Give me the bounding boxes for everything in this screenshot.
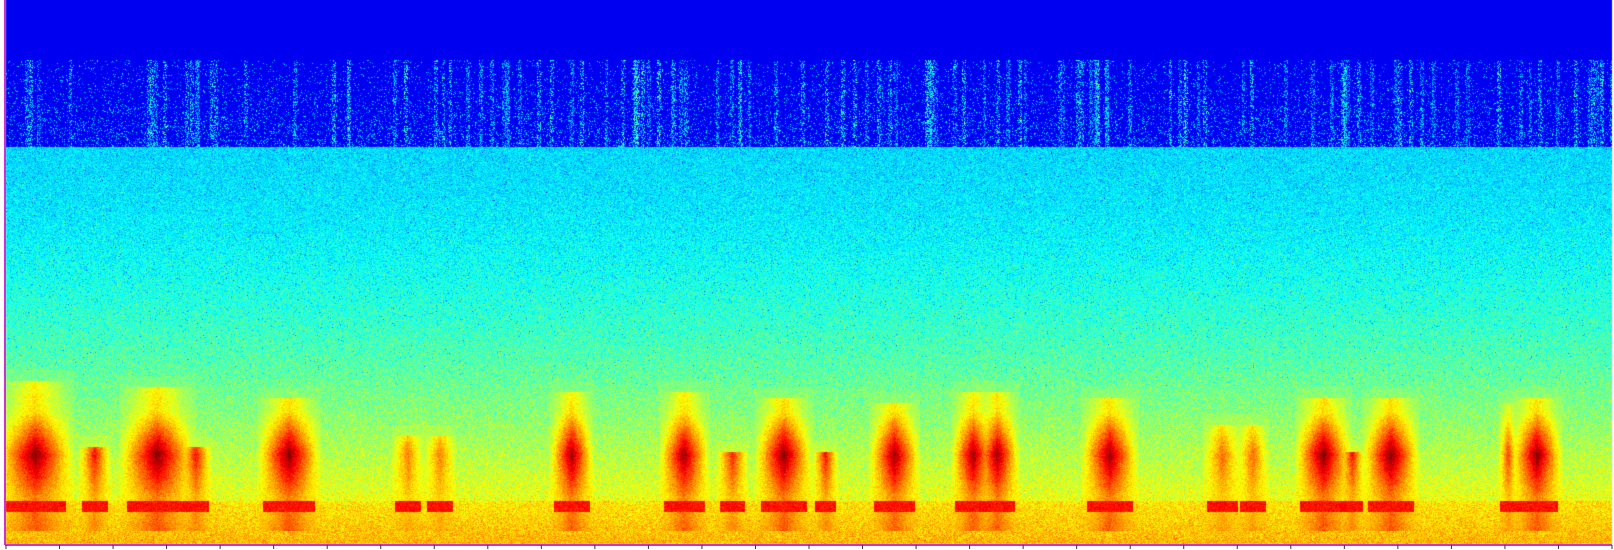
- spectrogram-axes: [4, 0, 1613, 549]
- spectrogram-chart: [0, 0, 1614, 550]
